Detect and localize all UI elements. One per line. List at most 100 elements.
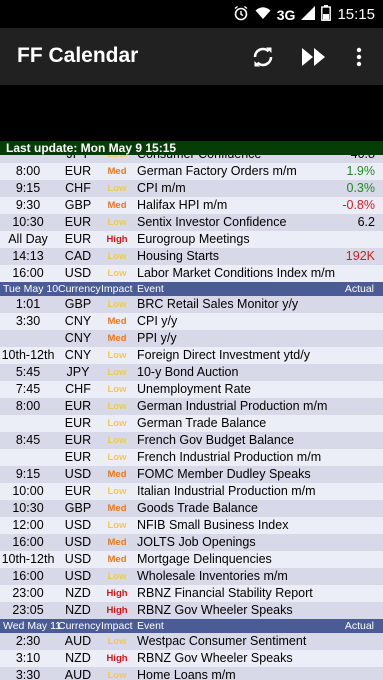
event-name: Housing Starts bbox=[137, 249, 219, 263]
event-row[interactable]: EUR Low French Industrial Production m/m bbox=[0, 449, 383, 466]
event-row[interactable]: 8:00 EUR Low German Industrial Production m… bbox=[0, 398, 383, 415]
event-name: Wholesale Inventories m/m bbox=[137, 569, 288, 583]
event-name: Goods Trade Balance bbox=[137, 501, 258, 515]
event-row[interactable]: 10:30 GBP Med Goods Trade Balance bbox=[0, 500, 383, 517]
event-currency: EUR bbox=[64, 416, 92, 430]
event-time: 3:30 bbox=[15, 314, 41, 328]
event-time: 12:00 bbox=[12, 518, 44, 532]
toolbar-spacer bbox=[0, 85, 383, 141]
impact-badge: High bbox=[106, 588, 128, 599]
column-header-event: Event bbox=[137, 283, 164, 295]
event-time: 9:30 bbox=[15, 198, 41, 212]
impact-badge: High bbox=[106, 605, 128, 616]
event-row[interactable]: All Day EUR High Eurogroup Meetings bbox=[0, 231, 383, 248]
event-row[interactable]: 16:00 USD Med JOLTS Job Openings bbox=[0, 534, 383, 551]
event-name: Foreign Direct Investment ytd/y bbox=[137, 348, 310, 362]
event-row[interactable]: 1:01 GBP Low BRC Retail Sales Monitor y/y bbox=[0, 296, 383, 313]
event-time: 10th-12th bbox=[1, 348, 55, 362]
last-update-text: Last update: Mon May 9 15:15 bbox=[6, 141, 177, 155]
event-name: German Trade Balance bbox=[137, 416, 267, 430]
calendar-list[interactable]: Last update: Mon May 9 15:15 JPYLowConsu… bbox=[0, 141, 383, 680]
impact-badge: Low bbox=[107, 350, 127, 361]
event-row[interactable]: EUR Low German Trade Balance bbox=[0, 415, 383, 432]
event-name: CPI m/m bbox=[137, 181, 186, 195]
event-name: PPI y/y bbox=[137, 331, 177, 345]
event-row[interactable]: 9:15 CHF Low CPI m/m 0.3% bbox=[0, 180, 383, 197]
event-name: Labor Market Conditions Index m/m bbox=[137, 266, 336, 280]
impact-badge: Low bbox=[107, 401, 127, 412]
event-currency: EUR bbox=[64, 484, 92, 498]
column-header-event: Event bbox=[137, 620, 164, 632]
event-row[interactable]: 3:30 AUD Low Home Loans m/m bbox=[0, 667, 383, 680]
event-name: 10-y Bond Auction bbox=[137, 365, 239, 379]
event-row[interactable]: 10th-12th CNY Low Foreign Direct Investment… bbox=[0, 347, 383, 364]
column-header-impact: Impact bbox=[101, 283, 133, 295]
column-header-currency: Currency bbox=[58, 620, 101, 632]
event-actual: 6.2 bbox=[357, 215, 375, 229]
calendar-rows: JPYLowConsumer Confidence40.88:00EURMedG… bbox=[0, 146, 383, 680]
event-time: 8:00 bbox=[15, 164, 41, 178]
event-currency: EUR bbox=[64, 450, 92, 464]
refresh-icon bbox=[253, 47, 273, 67]
event-row[interactable]: 8:45 EUR Low French Gov Budget Balance bbox=[0, 432, 383, 449]
event-row[interactable]: 23:00 NZD High RBNZ Financial Stability Rep… bbox=[0, 585, 383, 602]
event-row[interactable]: 8:00 EUR Med German Factory Orders m/m 1.9% bbox=[0, 163, 383, 180]
event-name: RBNZ Gov Wheeler Speaks bbox=[137, 651, 293, 665]
event-row[interactable]: 10:30 EUR Low Sentix Investor Confidence 6.2 bbox=[0, 214, 383, 231]
event-name: German Factory Orders m/m bbox=[137, 164, 297, 178]
event-currency: AUD bbox=[64, 668, 92, 680]
event-name: Eurogroup Meetings bbox=[137, 232, 250, 246]
event-currency: GBP bbox=[64, 198, 92, 212]
event-name: Home Loans m/m bbox=[137, 668, 236, 680]
refresh-button[interactable] bbox=[246, 40, 280, 74]
event-time: 14:13 bbox=[12, 249, 44, 263]
event-row[interactable]: 9:30 GBP Med Halifax HPI m/m -0.8% bbox=[0, 197, 383, 214]
event-row[interactable]: 16:00 USD Low Labor Market Conditions Index… bbox=[0, 265, 383, 282]
event-row[interactable]: 3:10 NZD High RBNZ Gov Wheeler Speaks bbox=[0, 650, 383, 667]
fast-forward-button[interactable] bbox=[297, 40, 331, 74]
event-actual: 1.9% bbox=[346, 164, 376, 178]
event-name: Unemployment Rate bbox=[137, 382, 251, 396]
event-name: RBNZ Financial Stability Report bbox=[137, 586, 313, 600]
battery-icon bbox=[321, 5, 332, 25]
event-time: 10th-12th bbox=[1, 552, 55, 566]
event-row[interactable]: 3:30 CNY Med CPI y/y bbox=[0, 313, 383, 330]
overflow-menu-button[interactable] bbox=[342, 40, 376, 74]
event-name: German Industrial Production m/m bbox=[137, 399, 328, 413]
event-name: RBNZ Gov Wheeler Speaks bbox=[137, 603, 293, 617]
event-row[interactable]: 2:30 AUD Low Westpac Consumer Sentiment bbox=[0, 633, 383, 650]
event-time: 7:45 bbox=[15, 382, 41, 396]
event-currency: EUR bbox=[64, 164, 92, 178]
event-row[interactable]: 7:45 CHF Low Unemployment Rate bbox=[0, 381, 383, 398]
event-actual: 192K bbox=[345, 249, 375, 263]
impact-badge: Low bbox=[107, 251, 127, 262]
event-row[interactable]: 23:05 NZD High RBNZ Gov Wheeler Speaks bbox=[0, 602, 383, 619]
status-bar: 3G 15:15 bbox=[0, 0, 383, 28]
impact-badge: Low bbox=[107, 670, 127, 680]
event-row[interactable]: 9:15 USD Med FOMC Member Dudley Speaks bbox=[0, 466, 383, 483]
last-update-bar: Last update: Mon May 9 15:15 bbox=[0, 141, 383, 155]
event-row[interactable]: 12:00 USD Low NFIB Small Business Index bbox=[0, 517, 383, 534]
impact-badge: Low bbox=[107, 183, 127, 194]
event-currency: USD bbox=[64, 569, 92, 583]
impact-badge: Low bbox=[107, 636, 127, 647]
event-currency: JPY bbox=[66, 365, 90, 379]
event-row[interactable]: 10th-12th USD Med Mortgage Delinquencies bbox=[0, 551, 383, 568]
impact-badge: Low bbox=[107, 571, 127, 582]
event-time: 3:10 bbox=[15, 651, 41, 665]
event-row[interactable]: 10:00 EUR Low Italian Industrial Production… bbox=[0, 483, 383, 500]
impact-badge: Low bbox=[107, 452, 127, 463]
event-time: 16:00 bbox=[12, 266, 44, 280]
event-name: French Gov Budget Balance bbox=[137, 433, 295, 447]
event-time: 8:45 bbox=[15, 433, 41, 447]
column-header-currency: Currency bbox=[58, 283, 101, 295]
impact-badge: Low bbox=[107, 268, 127, 279]
event-row[interactable]: 14:13 CAD Low Housing Starts 192K bbox=[0, 248, 383, 265]
event-row[interactable]: 16:00 USD Low Wholesale Inventories m/m bbox=[0, 568, 383, 585]
event-row[interactable]: CNY Med PPI y/y bbox=[0, 330, 383, 347]
event-row[interactable]: 5:45 JPY Low 10-y Bond Auction bbox=[0, 364, 383, 381]
impact-badge: Med bbox=[107, 537, 127, 548]
impact-badge: Med bbox=[107, 554, 127, 565]
event-currency: EUR bbox=[64, 399, 92, 413]
impact-badge: Med bbox=[107, 166, 127, 177]
